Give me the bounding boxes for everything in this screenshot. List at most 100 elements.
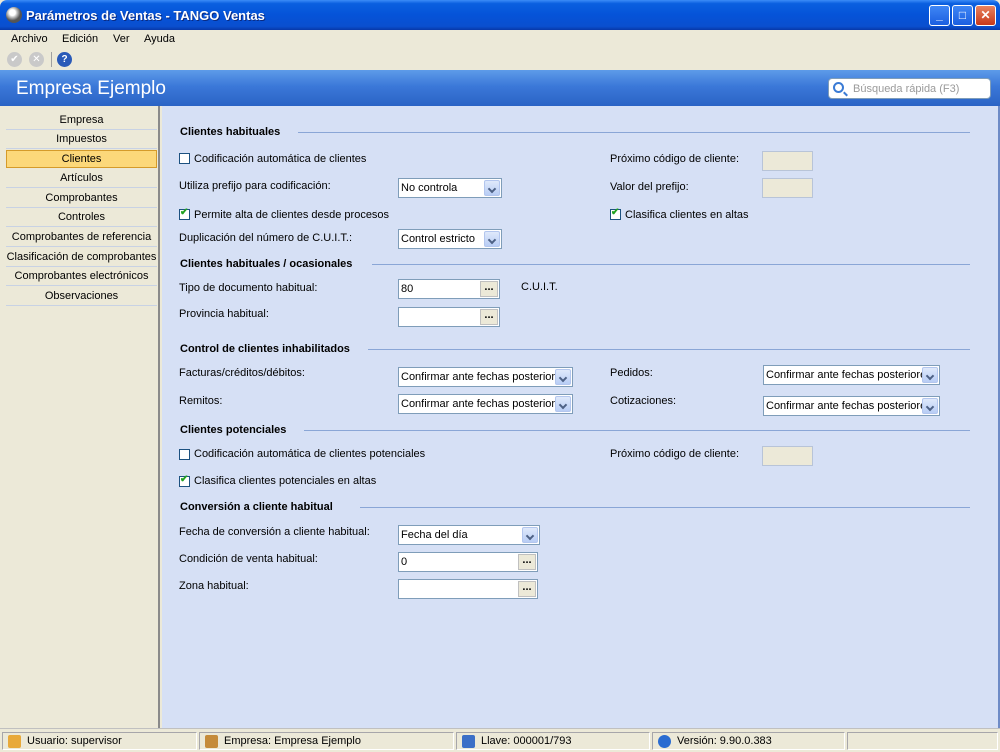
search-placeholder: Búsqueda rápida (F3) <box>853 83 960 95</box>
chevron-down-icon[interactable] <box>922 367 938 383</box>
menu-bar: Archivo Edición Ver Ayuda <box>0 30 1000 49</box>
sidebar-item-comprobantes[interactable]: Comprobantes <box>6 190 157 208</box>
clasifica-checkbox[interactable] <box>610 207 621 220</box>
menu-ver[interactable]: Ver <box>113 33 130 45</box>
status-llave: Llave: 000001/793 <box>456 732 650 750</box>
window-title: Parámetros de Ventas - TANGO Ventas <box>26 8 265 23</box>
close-button[interactable]: ✕ <box>975 5 996 26</box>
search-icon <box>833 82 844 93</box>
valor-prefijo-label: Valor del prefijo: <box>610 181 689 193</box>
proximo-codigo-label: Próximo código de cliente: <box>610 153 740 165</box>
cotizaciones-label: Cotizaciones: <box>610 395 677 407</box>
remitos-label: Remitos: <box>179 395 223 407</box>
info-icon <box>658 735 671 748</box>
fecha-conversion-label: Fecha de conversión a cliente habitual: <box>179 526 370 538</box>
status-version: Versión: 9.90.0.383 <box>652 732 845 750</box>
section-title-potenciales: Clientes potenciales <box>180 424 287 436</box>
header-band: Empresa Ejemplo Búsqueda rápida (F3) <box>0 70 1000 106</box>
permite-alta-checkbox[interactable] <box>179 207 190 220</box>
chevron-down-icon[interactable] <box>522 527 538 543</box>
app-icon <box>6 7 22 23</box>
chevron-down-icon[interactable] <box>555 369 571 385</box>
sidebar-item-empresa[interactable]: Empresa <box>6 112 157 130</box>
company-title: Empresa Ejemplo <box>16 78 166 99</box>
section-divider <box>304 430 970 431</box>
remitos-select[interactable]: Confirmar ante fechas posteriores <box>398 394 573 414</box>
ellipsis-icon[interactable]: ... <box>480 281 498 297</box>
chevron-down-icon[interactable] <box>555 396 571 412</box>
maximize-button[interactable]: □ <box>952 5 973 26</box>
menu-ayuda[interactable]: Ayuda <box>144 33 175 45</box>
codif-auto-checkbox[interactable] <box>179 153 190 164</box>
zona-input[interactable]: ... <box>398 579 538 599</box>
section-title-habituales: Clientes habituales <box>180 126 281 138</box>
title-bar: Parámetros de Ventas - TANGO Ventas _ □ … <box>0 0 1000 30</box>
duplicacion-value: Control estricto <box>401 233 475 245</box>
facturas-select[interactable]: Confirmar ante fechas posteriores <box>398 367 573 387</box>
chevron-down-icon[interactable] <box>484 180 500 196</box>
clasifica-potenciales-checkbox[interactable] <box>179 474 190 487</box>
sidebar-item-clientes[interactable]: Clientes <box>6 150 157 168</box>
status-bar: Usuario: supervisor Empresa: Empresa Eje… <box>0 728 1000 752</box>
cotizaciones-value: Confirmar ante fechas posteriores <box>766 400 932 412</box>
menu-archivo[interactable]: Archivo <box>11 33 48 45</box>
fecha-conversion-select[interactable]: Fecha del día <box>398 525 540 545</box>
tipo-doc-desc: C.U.I.T. <box>521 281 558 293</box>
pedidos-select[interactable]: Confirmar ante fechas posteriores <box>763 365 940 385</box>
chevron-down-icon[interactable] <box>922 398 938 414</box>
valor-prefijo-field <box>762 178 813 198</box>
user-icon <box>8 735 21 748</box>
tipo-doc-value: 80 <box>401 283 414 295</box>
key-icon <box>462 735 475 748</box>
status-usuario-text: Usuario: supervisor <box>27 735 122 747</box>
help-icon[interactable]: ? <box>57 52 72 67</box>
sidebar-item-impuestos[interactable]: Impuestos <box>6 131 157 149</box>
prefijo-label: Utiliza prefijo para codificación: <box>179 180 331 192</box>
accept-icon[interactable]: ✔ <box>7 52 22 67</box>
status-usuario: Usuario: supervisor <box>2 732 197 750</box>
status-llave-text: Llave: 000001/793 <box>481 735 572 747</box>
condicion-venta-input[interactable]: 0 ... <box>398 552 538 572</box>
codif-auto-label: Codificación automática de clientes <box>194 153 367 165</box>
condicion-venta-value: 0 <box>401 556 408 568</box>
status-version-text: Versión: 9.90.0.383 <box>677 735 772 747</box>
provincia-input[interactable]: ... <box>398 307 500 327</box>
condicion-venta-label: Condición de venta habitual: <box>179 553 318 565</box>
sidebar-item-articulos[interactable]: Artículos <box>6 170 157 188</box>
chevron-down-icon[interactable] <box>484 231 500 247</box>
section-divider <box>368 349 970 350</box>
toolbar: ✔ ✕ ? <box>0 49 1000 70</box>
duplicacion-label: Duplicación del número de C.U.I.T.: <box>179 232 353 244</box>
ellipsis-icon[interactable]: ... <box>518 581 536 597</box>
clasifica-potenciales-label: Clasifica clientes potenciales en altas <box>194 475 377 487</box>
prefijo-select[interactable]: No controla <box>398 178 502 198</box>
cancel-icon[interactable]: ✕ <box>29 52 44 67</box>
ellipsis-icon[interactable]: ... <box>480 309 498 325</box>
main-panel: Clientes habituales Codificación automát… <box>162 106 1000 728</box>
proximo-codigo-potencial-label: Próximo código de cliente: <box>610 448 740 460</box>
minimize-button[interactable]: _ <box>929 5 950 26</box>
permite-alta-label: Permite alta de clientes desde procesos <box>194 209 390 221</box>
section-title-inhabilitados: Control de clientes inhabilitados <box>180 343 350 355</box>
codif-potenciales-checkbox[interactable] <box>179 449 190 460</box>
sidebar-item-clasificacion-comprobantes[interactable]: Clasificación de comprobantes <box>6 249 157 267</box>
duplicacion-select[interactable]: Control estricto <box>398 229 502 249</box>
toolbar-divider <box>51 52 52 67</box>
zona-label: Zona habitual: <box>179 580 249 592</box>
sidebar: Empresa Impuestos Clientes Artículos Com… <box>0 106 160 728</box>
sidebar-item-comprobantes-electronicos[interactable]: Comprobantes electrónicos <box>6 268 157 286</box>
clasifica-label: Clasifica clientes en altas <box>625 209 749 221</box>
sidebar-item-controles[interactable]: Controles <box>6 209 157 227</box>
sidebar-item-observaciones[interactable]: Observaciones <box>6 288 157 306</box>
facturas-value: Confirmar ante fechas posteriores <box>401 371 567 383</box>
sidebar-item-comprobantes-referencia[interactable]: Comprobantes de referencia <box>6 229 157 247</box>
cotizaciones-select[interactable]: Confirmar ante fechas posteriores <box>763 396 940 416</box>
tipo-doc-input[interactable]: 80 ... <box>398 279 500 299</box>
quick-search-input[interactable]: Búsqueda rápida (F3) <box>828 78 991 99</box>
section-title-ocasionales: Clientes habituales / ocasionales <box>180 258 353 270</box>
menu-edicion[interactable]: Edición <box>62 33 98 45</box>
ellipsis-icon[interactable]: ... <box>518 554 536 570</box>
fecha-conversion-value: Fecha del día <box>401 529 468 541</box>
status-empresa: Empresa: Empresa Ejemplo <box>199 732 454 750</box>
prefijo-value: No controla <box>401 182 458 194</box>
